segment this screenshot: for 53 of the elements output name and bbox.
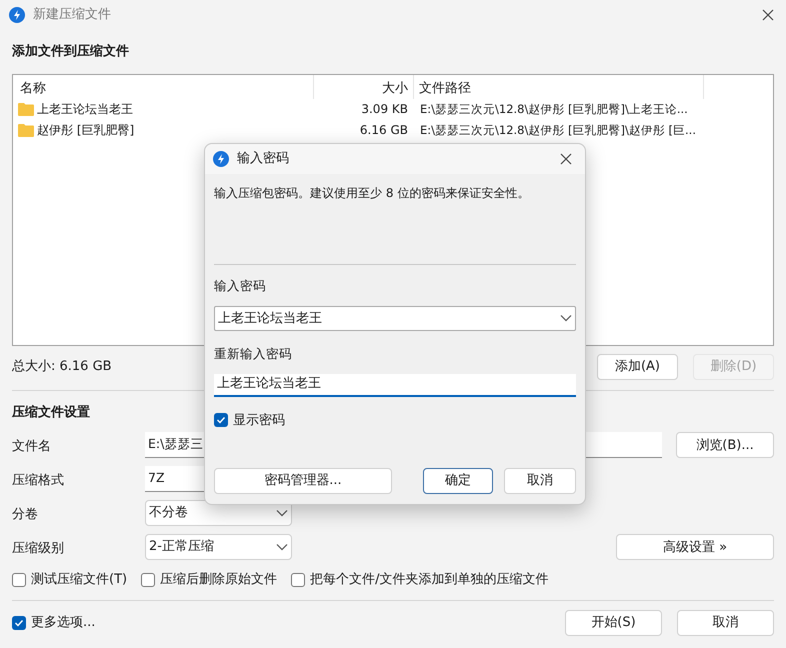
app-logo-icon <box>213 151 229 167</box>
dialog-title: 输入密码 <box>237 150 289 168</box>
file-path: E:\瑟瑟三次元\12.8\赵伊彤 [巨乳肥臀]\赵伊彤 [巨... <box>420 122 696 137</box>
file-size: 6.16 GB <box>360 123 408 137</box>
close-icon[interactable] <box>559 152 573 166</box>
checkmark-icon <box>216 415 226 426</box>
button[interactable]: 浏览(B)... <box>676 432 774 458</box>
checkbox-label: 显示密码 <box>233 412 285 430</box>
checkbox[interactable] <box>12 616 26 630</box>
caret-icon <box>276 543 288 551</box>
close-icon[interactable] <box>761 8 775 22</box>
button[interactable]: 密码管理器... <box>214 468 392 494</box>
window-title: 新建压缩文件 <box>33 6 111 24</box>
column-header[interactable]: 大小 <box>314 74 414 98</box>
password-combobox[interactable]: 上老王论坛当老王 <box>214 306 576 331</box>
file-name: 上老王论坛当老王 <box>37 101 133 118</box>
dropdown[interactable]: 2-正常压缩 <box>145 534 292 560</box>
checkbox[interactable] <box>291 573 306 587</box>
checkbox-label: 压缩后删除原始文件 <box>160 571 278 590</box>
password-field[interactable]: 上老王论坛当老王 <box>214 374 576 396</box>
app-logo-icon <box>9 7 25 23</box>
folder-icon <box>18 102 34 116</box>
button[interactable]: 高级设置 » <box>616 534 774 560</box>
total-size: 总大小: 6.16 GB <box>12 358 112 376</box>
field-label: 文件名 <box>12 439 51 454</box>
checkbox[interactable] <box>141 573 156 587</box>
column-header[interactable]: 名称 <box>13 74 314 98</box>
button[interactable]: 取消 <box>504 468 576 494</box>
checkbox-label: 把每个文件/文件夹添加到单独的压缩文件 <box>310 571 548 590</box>
dialog-message: 输入压缩包密码。建议使用至少 8 位的密码来保证安全性。 <box>214 185 530 202</box>
column-header[interactable]: 文件路径 <box>414 74 704 98</box>
section-heading: 压缩文件设置 <box>12 404 90 422</box>
file-path: E:\瑟瑟三次元\12.8\赵伊彤 [巨乳肥臀]\上老王论... <box>420 102 688 116</box>
caret-icon <box>560 314 572 322</box>
field-label: 分卷 <box>12 507 38 522</box>
field-label: 输入密码 <box>214 277 267 295</box>
caret-icon <box>276 509 288 517</box>
file-name: 赵伊彤 [巨乳肥臀] <box>37 122 134 139</box>
checkbox[interactable] <box>214 413 228 428</box>
checkbox[interactable] <box>12 573 26 587</box>
checkmark-icon <box>14 618 24 628</box>
button[interactable]: 添加(A) <box>597 354 678 380</box>
folder-icon <box>18 123 34 137</box>
field-label: 压缩格式 <box>12 473 64 488</box>
button[interactable]: 取消 <box>677 610 774 636</box>
field-label: 压缩级别 <box>12 541 64 556</box>
file-size: 3.09 KB <box>361 102 408 116</box>
checkbox-label: 更多选项... <box>31 614 96 632</box>
button[interactable]: 确定 <box>423 468 493 494</box>
checkbox-label: 测试压缩文件(T) <box>31 571 128 590</box>
field-label: 重新输入密码 <box>214 344 293 363</box>
button[interactable]: 开始(S) <box>565 610 662 636</box>
section-heading: 添加文件到压缩文件 <box>12 42 129 61</box>
